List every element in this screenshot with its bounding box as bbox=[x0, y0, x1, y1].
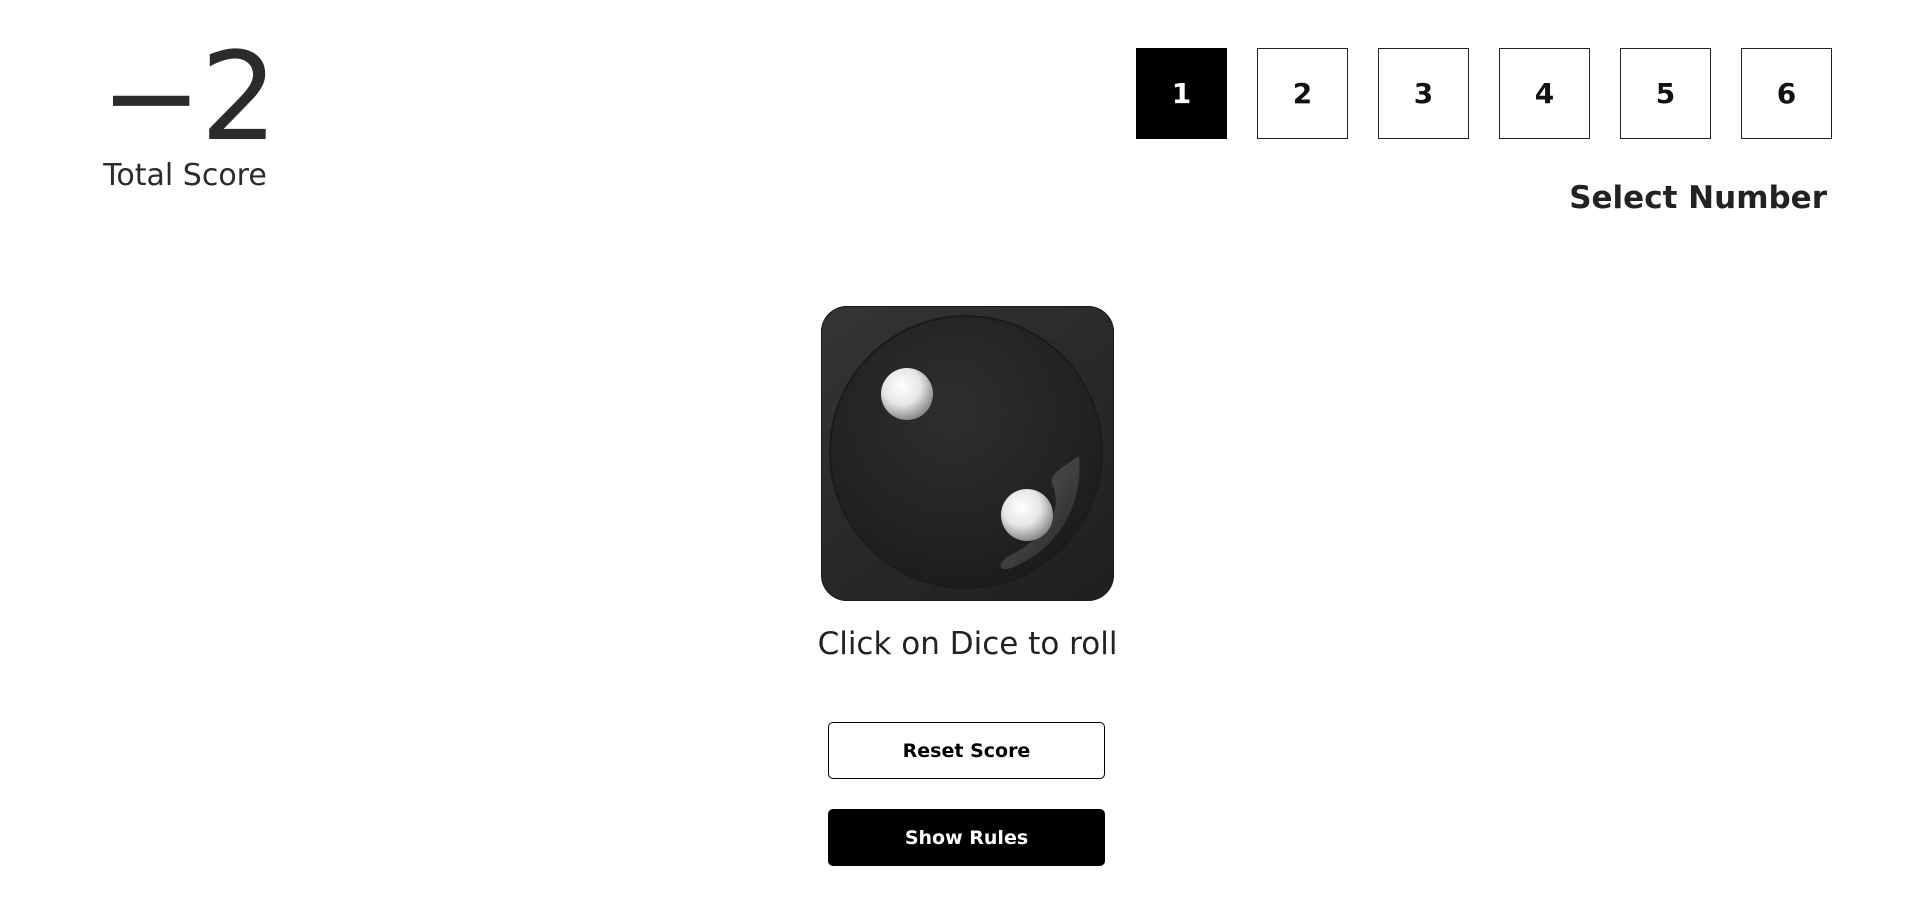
number-selector: 1 2 3 4 5 6 bbox=[1136, 48, 1832, 139]
number-option-3[interactable]: 3 bbox=[1378, 48, 1469, 139]
dice-button[interactable] bbox=[821, 306, 1114, 601]
number-option-6[interactable]: 6 bbox=[1741, 48, 1832, 139]
number-option-4[interactable]: 4 bbox=[1499, 48, 1590, 139]
score-panel: −2 Total Score bbox=[100, 26, 278, 194]
dice-game-page: −2 Total Score 1 2 3 4 5 6 Select Number bbox=[0, 0, 1919, 904]
dice-face-two-icon bbox=[829, 315, 1103, 589]
total-score-label: Total Score bbox=[103, 158, 267, 193]
total-score-value: −2 bbox=[100, 26, 278, 168]
dice-pip bbox=[1001, 489, 1053, 541]
select-number-label: Select Number bbox=[1569, 180, 1827, 216]
roll-instruction: Click on Dice to roll bbox=[817, 626, 1118, 662]
number-option-2[interactable]: 2 bbox=[1257, 48, 1348, 139]
dice-pip bbox=[881, 368, 933, 420]
show-rules-button[interactable]: Show Rules bbox=[828, 809, 1105, 866]
number-option-1[interactable]: 1 bbox=[1136, 48, 1227, 139]
reset-score-button[interactable]: Reset Score bbox=[828, 722, 1105, 779]
number-option-5[interactable]: 5 bbox=[1620, 48, 1711, 139]
